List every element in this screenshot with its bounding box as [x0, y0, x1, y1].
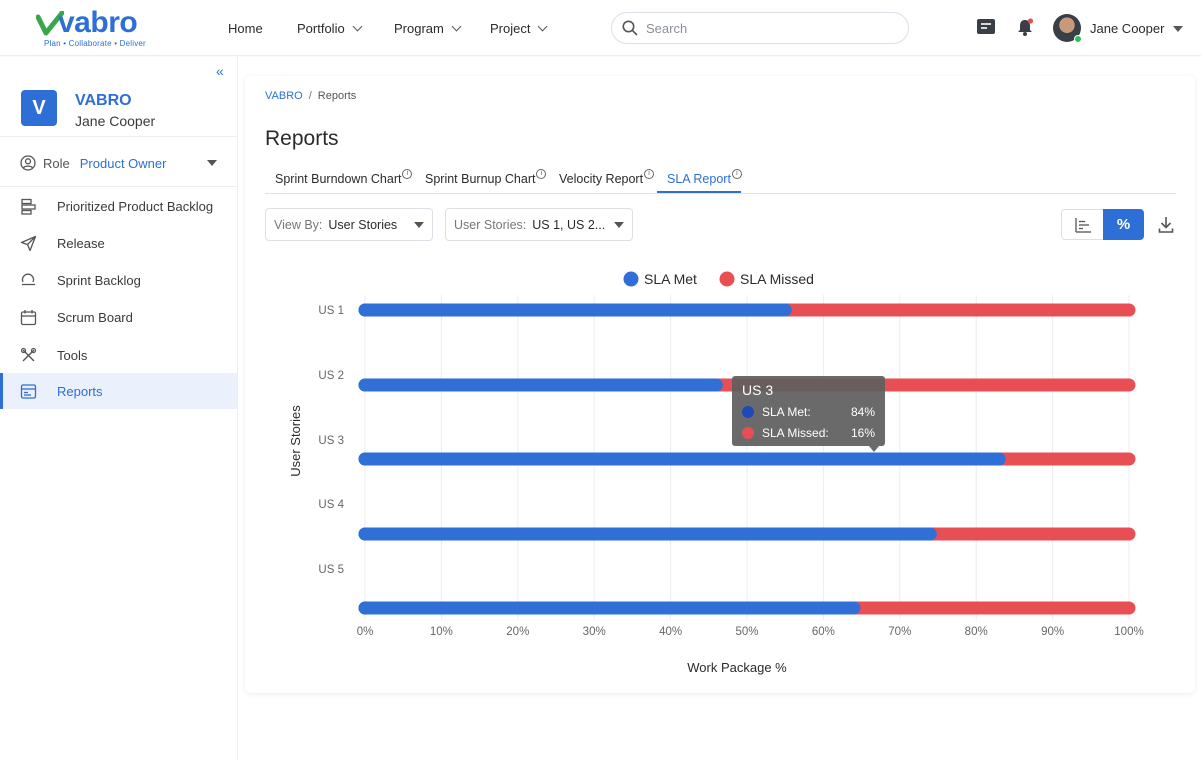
- tab-sprint-burndown-chart[interactable]: Sprint Burndown Chart i: [275, 169, 413, 186]
- x-axis-title: Work Package %: [687, 660, 787, 675]
- breadcrumb-root-link[interactable]: VABRO: [265, 90, 303, 102]
- logo-wordmark: vabro: [58, 6, 138, 39]
- project-name: VABRO: [75, 92, 132, 109]
- role-selector[interactable]: Role Product Owner: [20, 152, 220, 174]
- y-tick-label: US 5: [318, 564, 344, 576]
- paper-plane-icon: [20, 235, 37, 251]
- role-value: Product Owner: [79, 155, 167, 171]
- tooltip-row-sla-missed: SLA Missed: 16%: [742, 426, 877, 440]
- sidebar-item-tools[interactable]: Tools: [0, 337, 237, 373]
- user-icon: [20, 155, 36, 171]
- sidebar-item-reports[interactable]: Reports: [0, 373, 237, 409]
- y-tick-label: US 1: [318, 305, 344, 317]
- tab-velocity-report[interactable]: Velocity Report i: [559, 169, 655, 186]
- x-tick-label: 20%: [506, 626, 529, 638]
- x-tick-label: 30%: [583, 626, 606, 638]
- tooltip-row-sla-met: SLA Met: 84%: [742, 405, 877, 419]
- active-tab-underline: [657, 191, 741, 193]
- sidebar-item-sprint-backlog[interactable]: Sprint Backlog: [0, 262, 237, 298]
- chevron-down-icon: [414, 222, 424, 228]
- tab-sla-report[interactable]: SLA Report i: [667, 169, 742, 186]
- y-axis-title: User Stories: [288, 405, 303, 477]
- search-icon: [622, 20, 638, 36]
- percent-view-button[interactable]: %: [1103, 209, 1144, 240]
- chevron-down-icon: [614, 222, 624, 228]
- x-tick-label: 60%: [812, 626, 835, 638]
- chart-tooltip: US 3 SLA Met: 84% SLA Missed: 16%: [732, 376, 885, 452]
- info-icon[interactable]: i: [402, 169, 413, 179]
- legend-swatch: [719, 271, 735, 287]
- legend-swatch: [623, 271, 639, 287]
- nav-program[interactable]: Program: [394, 0, 462, 56]
- project-user: Jane Cooper: [75, 113, 156, 129]
- info-icon[interactable]: i: [731, 169, 742, 179]
- bell-icon[interactable]: [1016, 18, 1034, 37]
- breadcrumb-current: Reports: [317, 90, 357, 102]
- sidebar-item-prioritized-product-backlog[interactable]: Prioritized Product Backlog: [0, 188, 237, 224]
- info-icon[interactable]: i: [536, 169, 547, 179]
- chevron-down-icon: [352, 21, 363, 31]
- tooltip-title: US 3: [742, 382, 774, 398]
- page-title: Reports: [265, 127, 339, 150]
- nav-project[interactable]: Project: [490, 0, 548, 56]
- sidebar-item-release[interactable]: Release: [0, 225, 237, 261]
- chevron-down-icon: [207, 160, 217, 166]
- y-tick-label: US 2: [318, 370, 344, 382]
- collapse-sidebar-icon[interactable]: «: [216, 63, 224, 79]
- x-tick-label: 100%: [1114, 626, 1143, 638]
- x-tick-label: 40%: [659, 626, 682, 638]
- user-stories-dropdown[interactable]: User Stories: US 1, US 2...: [445, 208, 633, 241]
- backlog-icon: [21, 198, 36, 215]
- sidebar-item-scrum-board[interactable]: Scrum Board: [0, 299, 237, 335]
- role-label: Role: [43, 155, 70, 171]
- y-tick-label: US 3: [318, 435, 344, 447]
- x-tick-label: 90%: [1041, 626, 1064, 638]
- info-icon[interactable]: i: [644, 169, 655, 179]
- search-input[interactable]: [646, 20, 886, 36]
- logo-tagline: Plan • Collaborate • Deliver: [44, 39, 146, 48]
- legend-swatch: [742, 427, 754, 439]
- project-badge: V: [21, 90, 57, 126]
- x-tick-label: 70%: [888, 626, 911, 638]
- bar-chart-icon: [1074, 217, 1091, 233]
- inbox-icon[interactable]: [976, 18, 996, 36]
- x-tick-label: 50%: [735, 626, 758, 638]
- report-icon: [20, 383, 37, 399]
- nav-portfolio[interactable]: Portfolio: [297, 0, 363, 56]
- user-name[interactable]: Jane Cooper: [1090, 21, 1164, 36]
- legend-label: SLA Met: [644, 271, 697, 287]
- sidebar: « V VABRO Jane Cooper Role Product Owner…: [0, 57, 238, 760]
- report-tabs: Sprint Burndown Chart i Sprint Burnup Cha…: [265, 168, 1176, 194]
- tab-sprint-burnup-chart[interactable]: Sprint Burnup Chart i: [425, 169, 547, 186]
- divider: [0, 186, 237, 187]
- top-navbar: vabro Plan • Collaborate • Deliver Home …: [0, 0, 1201, 56]
- chevron-down-icon: [538, 21, 548, 31]
- online-status-dot: [1074, 35, 1082, 43]
- sla-chart: 0% 10% 20% 30% 40% 50% 60% 70% 80% 90% 100% US 1 US …: [288, 271, 1144, 675]
- divider: [0, 136, 237, 137]
- x-tick-label: 10%: [430, 626, 453, 638]
- chevron-down-icon: [451, 21, 462, 31]
- y-tick-label: US 4: [318, 499, 344, 511]
- search-box[interactable]: [611, 12, 909, 44]
- view-by-dropdown[interactable]: View By: User Stories: [265, 208, 433, 241]
- breadcrumb: VABRO / Reports: [265, 90, 357, 102]
- legend-label: SLA Missed: [740, 271, 814, 287]
- bar-chart-view-button[interactable]: [1061, 209, 1104, 240]
- vabro-logo[interactable]: vabro Plan • Collaborate • Deliver: [36, 6, 166, 51]
- x-tick-label: 0%: [357, 626, 374, 638]
- x-tick-label: 80%: [965, 626, 988, 638]
- user-menu-caret-icon[interactable]: [1173, 26, 1183, 32]
- sprint-icon: [21, 273, 35, 285]
- download-icon[interactable]: [1158, 216, 1174, 234]
- legend-swatch: [742, 406, 754, 418]
- calendar-icon: [20, 309, 37, 325]
- tools-icon: [20, 347, 37, 361]
- nav-home[interactable]: Home: [228, 0, 263, 56]
